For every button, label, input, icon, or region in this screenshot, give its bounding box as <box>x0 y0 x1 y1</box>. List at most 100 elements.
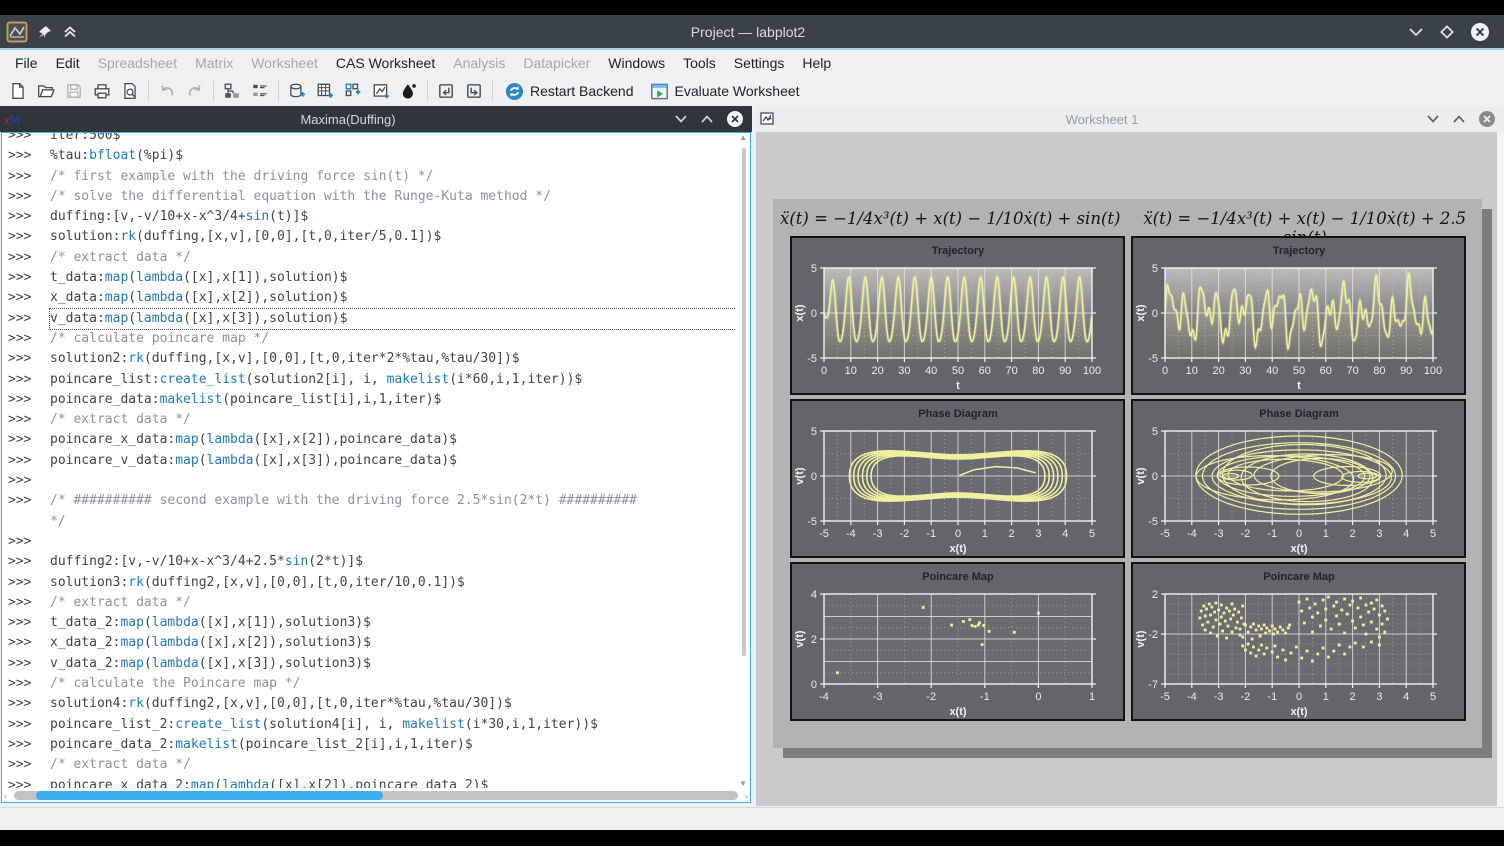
new-file-button[interactable] <box>4 78 32 104</box>
plot-panel-poincare-1[interactable]: -4-3-2-101024Poincare Mapx(t)v(t) <box>790 562 1125 721</box>
code-line-text: /* extract data */ <box>50 755 736 775</box>
pin-icon[interactable] <box>38 25 52 39</box>
new-worksheet-button[interactable] <box>367 78 395 104</box>
scroll-down-arrow-icon[interactable]: ▼ <box>739 779 747 788</box>
vertical-scroll-thumb[interactable] <box>742 148 746 656</box>
plot-panel-trajectory-2[interactable]: 0102030405060708090100-505Trajectorytx(t… <box>1131 236 1466 395</box>
svg-text:80: 80 <box>1032 365 1044 377</box>
scroll-right-arrow-icon[interactable]: › <box>745 791 748 801</box>
minimize-button[interactable] <box>1408 26 1424 38</box>
properties-explorer-button[interactable] <box>246 78 274 104</box>
prompt: >>> <box>8 430 50 450</box>
code-line-text: /* first example with the driving force … <box>50 167 736 187</box>
prompt: >>> <box>8 187 50 207</box>
svg-text:t: t <box>956 380 960 392</box>
new-matrix-icon <box>316 82 334 100</box>
svg-text:x(t): x(t) <box>949 543 966 555</box>
menu-cas-worksheet[interactable]: CAS Worksheet <box>327 52 444 74</box>
open-folder-button[interactable] <box>32 78 60 104</box>
new-workbook-button[interactable] <box>339 78 367 104</box>
code-line-text: iter:500$ <box>50 133 736 146</box>
plot-panel-trajectory-1[interactable]: 0102030405060708090100-505Trajectorytx(t… <box>790 236 1125 395</box>
code-line-text: duffing2:[v,-v/10+x-x^3/4+2.5*sin(2*t)]$ <box>50 552 736 572</box>
code-line-text: solution:rk(duffing,[x,v],[0,0],[t,0,ite… <box>50 227 736 247</box>
svg-text:x(t): x(t) <box>949 706 966 718</box>
code-line-text: /* extract data */ <box>50 410 736 430</box>
menu-help[interactable]: Help <box>793 52 840 74</box>
code-line: >>>solution2:rk(duffing,[x,v],[0,0],[t,0… <box>8 349 736 369</box>
unroll-icon[interactable] <box>62 25 78 39</box>
prompt: >>> <box>8 613 50 633</box>
labplot-logo-icon <box>6 21 28 43</box>
evaluate-worksheet-button[interactable]: Evaluate Worksheet <box>642 78 808 104</box>
svg-text:40: 40 <box>925 365 937 377</box>
svg-text:0: 0 <box>1296 528 1302 540</box>
plot-panel-phase-1[interactable]: -5-4-3-2-1012345-505Phase Diagramx(t)v(t… <box>790 399 1125 558</box>
svg-text:0: 0 <box>1035 691 1041 703</box>
worksheet-doc-icon <box>756 111 778 127</box>
worksheet-minimize-button[interactable] <box>1426 114 1440 124</box>
svg-text:80: 80 <box>1373 365 1385 377</box>
maxima-session-editor[interactable]: >>>iter:500$>>>%tau:bfloat(%pi)$>>>/* fi… <box>1 132 751 803</box>
code-line: >>>poincare_x_data_2:map(lambda([x],x[2]… <box>8 776 736 789</box>
new-spreadsheet-button[interactable] <box>283 78 311 104</box>
menu-settings[interactable]: Settings <box>725 52 794 74</box>
menu-tools[interactable]: Tools <box>674 52 725 74</box>
code-line: >>>duffing2:[v,-v/10+x-x^3/4+2.5*sin(2*t… <box>8 552 736 572</box>
menu-windows[interactable]: Windows <box>599 52 674 74</box>
menu-edit[interactable]: Edit <box>47 52 89 74</box>
cas-minimize-button[interactable] <box>674 114 688 124</box>
prompt: >>> <box>8 552 50 572</box>
svg-text:1: 1 <box>982 528 988 540</box>
close-button[interactable] <box>1470 22 1490 42</box>
plot-svg-phase-2: -5-4-3-2-1012345-505Phase Diagramx(t)v(t… <box>1133 401 1464 556</box>
scroll-up-arrow-icon[interactable]: ▲ <box>739 133 747 142</box>
svg-text:5: 5 <box>811 426 817 438</box>
menu-file[interactable]: File <box>6 52 47 74</box>
horizontal-scroll-thumb[interactable] <box>36 791 384 800</box>
plot-panel-poincare-2[interactable]: -5-4-3-2-10123452-2-7Poincare Mapx(t)v(t… <box>1131 562 1466 721</box>
worksheet-restore-button[interactable] <box>1452 114 1466 124</box>
new-matrix-button[interactable] <box>311 78 339 104</box>
svg-text:-5: -5 <box>807 516 817 528</box>
code-line: >>>poincare_data_2:makelist(poincare_lis… <box>8 735 736 755</box>
project-explorer-button[interactable] <box>218 78 246 104</box>
svg-text:x(t): x(t) <box>1290 706 1307 718</box>
worksheet-subwindow: Worksheet 1 ẍ(t) = −1/4x³(t) + x(t) − 1/… <box>756 106 1504 806</box>
cas-subwindow-titlebar[interactable]: xM Maxima(Duffing) <box>0 106 752 132</box>
code-line: >>>/* solve the differential equation wi… <box>8 187 736 207</box>
svg-text:1: 1 <box>1323 691 1329 703</box>
maxima-code-area[interactable]: >>>iter:500$>>>%tau:bfloat(%pi)$>>>/* fi… <box>8 133 736 788</box>
svg-text:5: 5 <box>1089 528 1095 540</box>
code-line: >>>v_data_2:map(lambda([x],x[3]),solutio… <box>8 654 736 674</box>
plot-panel-phase-2[interactable]: -5-4-3-2-1012345-505Phase Diagramx(t)v(t… <box>1131 399 1466 558</box>
cas-restore-button[interactable] <box>700 114 714 124</box>
restart-backend-button[interactable]: Restart Backend <box>497 78 642 104</box>
import-button[interactable] <box>432 78 460 104</box>
code-line: >>>solution4:rk(duffing2,[x,v],[0,0],[t,… <box>8 694 736 714</box>
save-button <box>60 78 88 104</box>
code-line: >>>duffing:[v,-v/10+x-x^3/4+sin(t)]$ <box>8 207 736 227</box>
print-button[interactable] <box>88 78 116 104</box>
worksheet-close-button[interactable] <box>1478 110 1496 128</box>
prompt: >>> <box>8 491 50 511</box>
maximize-button[interactable] <box>1440 25 1454 39</box>
svg-text:5: 5 <box>811 263 817 275</box>
plot-svg-poincare-1: -4-3-2-101024Poincare Mapx(t)v(t) <box>792 564 1123 719</box>
editor-vertical-scrollbar[interactable]: ▲ ▼ <box>740 135 748 786</box>
svg-text:2: 2 <box>1009 528 1015 540</box>
editor-horizontal-scrollbar[interactable] <box>14 791 738 800</box>
code-line-text: t_data:map(lambda([x],x[1]),solution)$ <box>50 268 736 288</box>
scroll-left-arrow-icon[interactable]: ‹ <box>4 791 7 801</box>
worksheet-scrollbar-track[interactable] <box>1497 132 1504 806</box>
new-spreadsheet-icon <box>288 82 306 100</box>
svg-text:-4: -4 <box>846 528 856 540</box>
print-preview-button[interactable] <box>116 78 144 104</box>
worksheet-page: ẍ(t) = −1/4x³(t) + x(t) − 1/10ẋ(t) + sin… <box>773 199 1482 748</box>
export-button[interactable] <box>460 78 488 104</box>
svg-text:1: 1 <box>1089 691 1095 703</box>
mdi-area: xM Maxima(Duffing) >>>iter:500$>>>%tau:b… <box>0 106 1504 806</box>
color-drop-button[interactable] <box>395 78 423 104</box>
worksheet-subwindow-titlebar[interactable]: Worksheet 1 <box>756 106 1504 133</box>
cas-close-button[interactable] <box>726 110 744 128</box>
